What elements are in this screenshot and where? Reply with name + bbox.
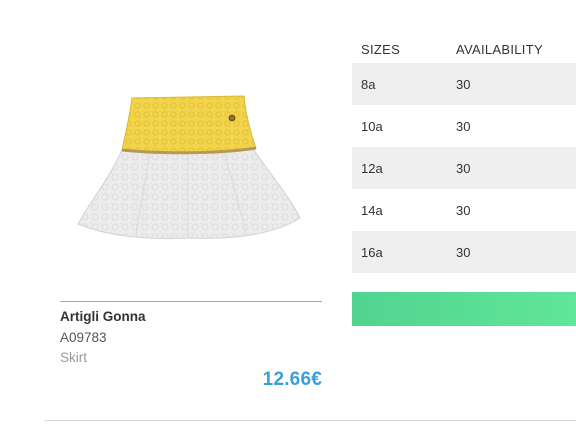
size-cell: 8a [352, 63, 447, 105]
product-code: A09783 [60, 330, 107, 345]
product-name: Artigli Gonna [60, 309, 146, 324]
sizes-column-header: SIZES [361, 42, 401, 57]
size-cell: 16a [352, 231, 447, 273]
bottom-divider [44, 420, 576, 421]
size-cell: 14a [361, 202, 383, 218]
availability-cell: 30 [447, 231, 576, 273]
product-image [70, 92, 310, 262]
product-price: 12.66€ [262, 369, 322, 390]
table-row: 16a 30 [352, 231, 576, 273]
size-cell: 12a [352, 147, 447, 189]
product-detail-page: Artigli Gonna A09783 Skirt 12.66€ SIZES … [0, 0, 576, 445]
availability-cell: 30 [456, 202, 471, 218]
table-row: 14a 30 [352, 189, 576, 231]
product-category: Skirt [60, 350, 87, 365]
availability-column-header: AVAILABILITY [456, 42, 543, 57]
table-row: 8a 30 [352, 63, 576, 105]
size-availability-table: SIZES AVAILABILITY 8a 30 10a 30 12a 30 1… [352, 36, 576, 273]
table-row: 10a 30 [352, 105, 576, 147]
availability-cell: 30 [447, 63, 576, 105]
size-cell: 10a [361, 118, 383, 134]
product-info-divider [60, 301, 322, 302]
add-to-cart-button[interactable] [352, 292, 576, 326]
table-row: 12a 30 [352, 147, 576, 189]
skirt-illustration [77, 95, 301, 240]
availability-cell: 30 [447, 147, 576, 189]
availability-cell: 30 [456, 118, 471, 134]
table-header-row: SIZES AVAILABILITY [352, 36, 576, 63]
